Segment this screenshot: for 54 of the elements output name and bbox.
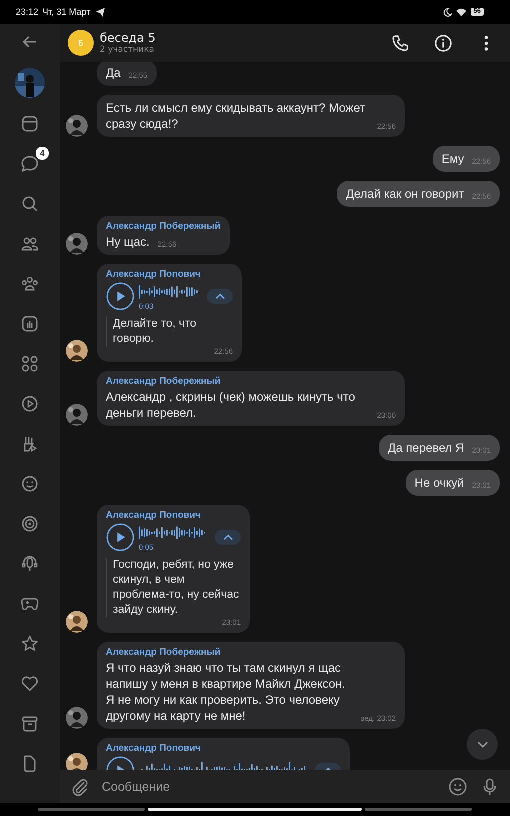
- message-text: Ему: [442, 151, 464, 167]
- message-text: Да перевел Я: [388, 440, 464, 456]
- author-name[interactable]: Александр Попович: [106, 269, 233, 280]
- smile-icon[interactable]: [20, 474, 40, 494]
- author-name[interactable]: Александр Попович: [106, 510, 241, 521]
- voice-transcript: Господи, ребят, но уже скинул, в чем проблема-то, ну сейчас зайду скину.: [113, 558, 240, 618]
- play-icon[interactable]: [20, 394, 40, 414]
- wifi-icon: [456, 8, 467, 16]
- headset-icon[interactable]: [20, 554, 40, 574]
- archive-icon[interactable]: [20, 714, 40, 734]
- attach-icon[interactable]: [70, 776, 90, 796]
- message-text: Я что назуй знаю что ты там скинул я щас напишу у меня в квартире Майкл Джексон. Я не могу ни как проверить. Это человеку другому на карту не мне!: [106, 660, 347, 724]
- heart-icon[interactable]: [20, 674, 40, 694]
- chat-icon[interactable]: [20, 154, 40, 174]
- search-icon[interactable]: [20, 194, 40, 214]
- scroll-down-button[interactable]: [467, 729, 498, 760]
- play-button[interactable]: [106, 523, 135, 552]
- message-input[interactable]: Сообщение: [102, 780, 436, 794]
- message-text: Да: [106, 65, 121, 81]
- unread-badge: 4: [35, 146, 50, 161]
- podcast-icon[interactable]: [20, 314, 40, 334]
- message-text: Не очкуй: [414, 475, 464, 491]
- play-button[interactable]: [106, 282, 135, 311]
- collapse-button[interactable]: [215, 530, 241, 545]
- chevron-up-icon: [222, 534, 234, 541]
- waveform-drawing: [139, 282, 199, 302]
- navigation-handle[interactable]: [365, 808, 472, 811]
- status-date: Чт, 31 Март: [42, 7, 91, 17]
- emoji-icon[interactable]: [448, 776, 468, 796]
- author-name[interactable]: Александр Побережный: [106, 647, 396, 658]
- author-name[interactable]: Александр Побережный: [106, 376, 396, 387]
- target-icon[interactable]: [20, 514, 40, 534]
- feed-icon[interactable]: [20, 114, 40, 134]
- services-icon[interactable]: [20, 354, 40, 374]
- message-text: Есть ли смысл ему скидывать аккаунт? Может сразу сюда!?: [106, 100, 366, 132]
- chevron-up-icon: [214, 293, 226, 300]
- voice-transcript: Делайте то, что говорю.: [113, 317, 198, 347]
- moon-icon: [442, 8, 452, 16]
- phone-icon[interactable]: [391, 34, 410, 52]
- chevron-down-icon: [476, 740, 488, 748]
- info-icon[interactable]: [434, 34, 453, 52]
- message-text: Делай как он говорит: [346, 186, 464, 202]
- navigation-handle[interactable]: [38, 808, 145, 811]
- author-name[interactable]: Александр Побережный: [106, 221, 221, 232]
- author-name[interactable]: Александр Попович: [106, 743, 341, 754]
- navigation-handle[interactable]: [148, 808, 362, 811]
- message-text: Александр , скрины (чек) можешь кинуть что деньги перевел.: [106, 389, 356, 421]
- chat-title: беседа 5: [100, 31, 157, 45]
- member-count: 2 участника: [100, 45, 156, 55]
- star-icon[interactable]: [20, 634, 40, 654]
- send-icon: [96, 8, 105, 16]
- collapse-button[interactable]: [207, 289, 233, 304]
- message-text: Ну щас.: [106, 234, 150, 250]
- status-time: 23:12: [16, 7, 39, 17]
